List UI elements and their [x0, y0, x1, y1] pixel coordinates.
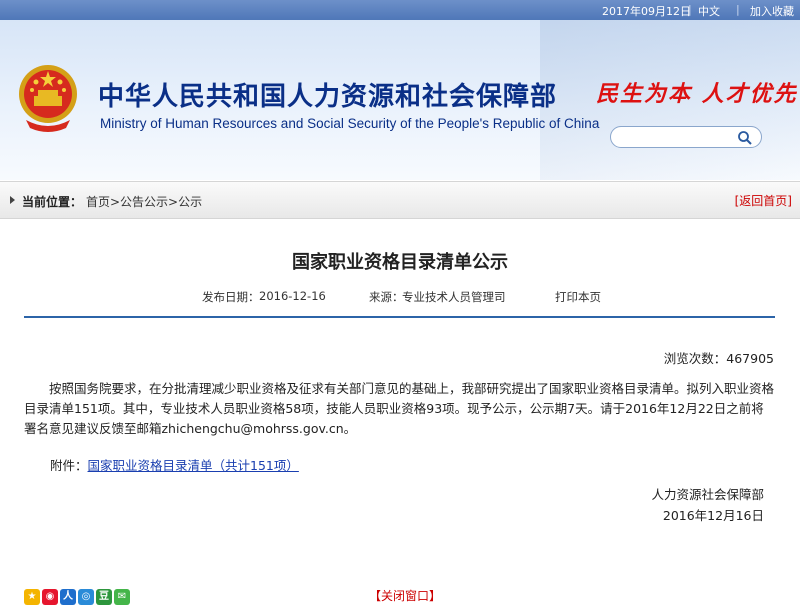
publish-date-label: 发布日期： — [202, 290, 260, 304]
attachment-label: 附件： — [50, 458, 88, 473]
attachment-link[interactable]: 国家职业资格目录清单（共计151项） — [88, 458, 299, 473]
search-icon[interactable] — [737, 130, 753, 146]
sign-date: 2016年12月16日 — [662, 508, 764, 523]
breadcrumb-arrow-icon — [10, 196, 15, 204]
source-label: 来源： — [369, 290, 404, 304]
renren-icon[interactable]: 人 — [60, 589, 76, 605]
breadcrumb: 当前位置： 首页>公告公示>公示 [返回首页] — [0, 181, 800, 219]
current-date: 2017年09月12日 — [602, 5, 691, 18]
article-content: 国家职业资格目录清单公示 发布日期： 2016-12-16 来源： 专业技术人员… — [0, 218, 800, 609]
divider: | — [688, 3, 692, 16]
qzone-icon[interactable]: ★ — [24, 589, 40, 605]
publish-date: 2016-12-16 — [259, 289, 326, 303]
print-link[interactable]: 打印本页 — [555, 289, 601, 305]
attachment: 附件：国家职业资格目录清单（共计151项） — [50, 455, 299, 474]
national-emblem-icon — [19, 65, 77, 132]
add-favorite-link[interactable]: 加入收藏 — [750, 3, 794, 19]
search-input[interactable] — [619, 130, 741, 146]
wechat-icon[interactable]: ✉ — [114, 589, 130, 605]
view-count: 浏览次数：467905 — [664, 348, 774, 367]
divider: | — [736, 3, 740, 16]
article-title: 国家职业资格目录清单公示 — [292, 252, 508, 273]
article-body: 按照国务院要求，在分批清理减少职业资格及征求有关部门意见的基础上，我部研究提出了… — [24, 381, 775, 436]
close-window-button[interactable]: 【关闭窗口】 — [369, 587, 441, 604]
site-title: 中华人民共和国人力资源和社会保障部 — [98, 82, 558, 112]
douban-icon[interactable]: 豆 — [96, 589, 112, 605]
back-home-link[interactable]: [返回首页] — [735, 192, 792, 209]
search-box — [610, 126, 762, 148]
breadcrumb-label: 当前位置： — [22, 195, 83, 209]
slogan: 民生为本 人才优先 — [596, 81, 798, 107]
tencent-weibo-icon[interactable]: ◎ — [78, 589, 94, 605]
top-bar: 2017年09月12日 | 中文 | 加入收藏 — [0, 0, 800, 20]
source: 专业技术人员管理司 — [402, 290, 506, 304]
title-divider — [24, 316, 775, 318]
breadcrumb-path[interactable]: 首页>公告公示>公示 — [86, 193, 202, 210]
site-title-english: Ministry of Human Resources and Social S… — [100, 116, 600, 131]
site-header: 中华人民共和国人力资源和社会保障部 Ministry of Human Reso… — [0, 20, 800, 180]
language-link[interactable]: 中文 — [698, 3, 720, 19]
view-count-value: 467905 — [726, 351, 774, 366]
signer: 人力资源社会保障部 — [651, 487, 764, 502]
weibo-icon[interactable]: ◉ — [42, 589, 58, 605]
view-count-label: 浏览次数： — [663, 351, 727, 366]
